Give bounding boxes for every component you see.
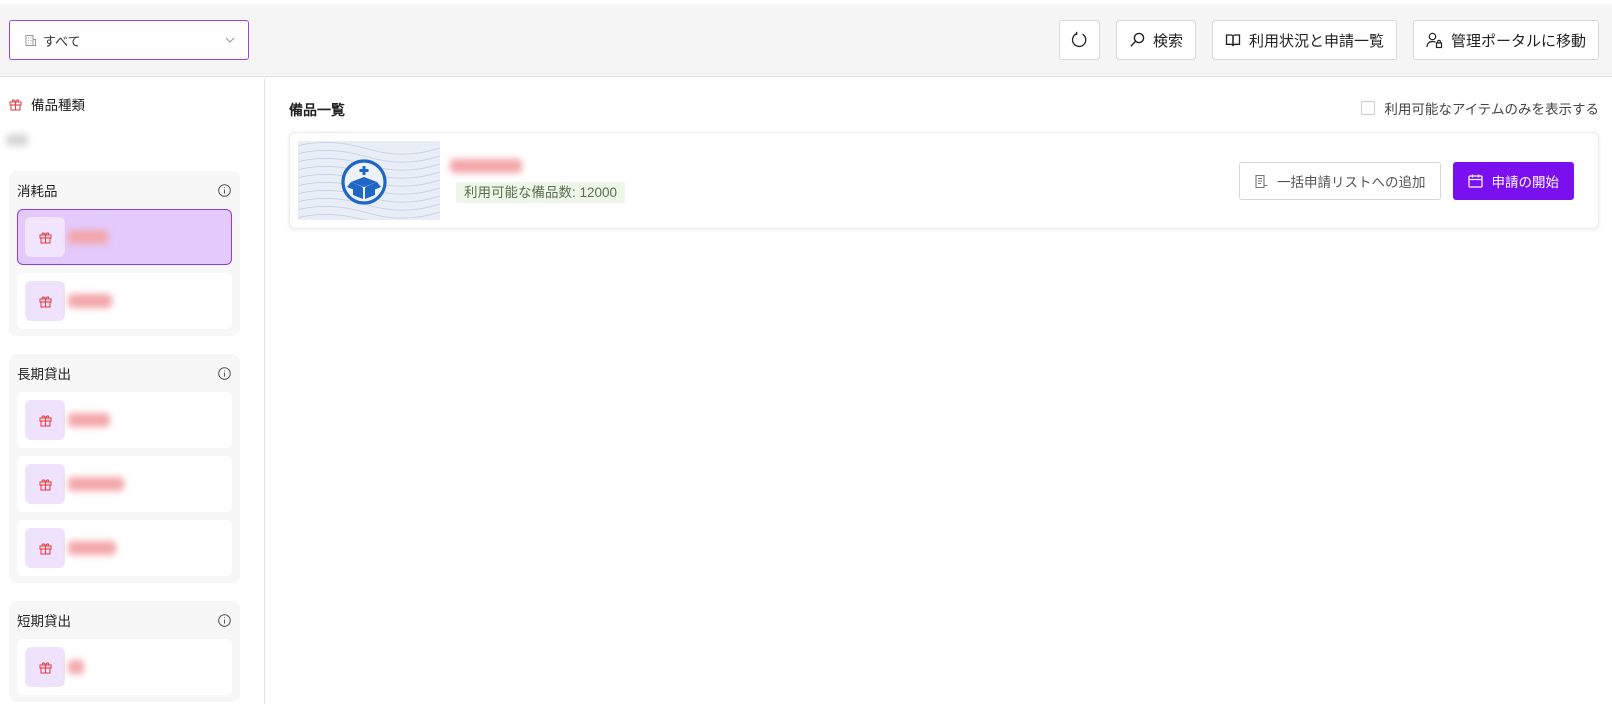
redacted-item-name bbox=[68, 230, 108, 244]
add-to-bulk-list-button[interactable]: 一括申請リストへの追加 bbox=[1239, 162, 1441, 200]
gift-icon bbox=[25, 217, 65, 257]
location-select[interactable]: すべて bbox=[9, 20, 249, 60]
redacted-item-name bbox=[68, 294, 112, 308]
category-group-consumables: 消耗品 bbox=[9, 171, 240, 336]
info-icon[interactable] bbox=[218, 183, 231, 197]
admin-button-label: 管理ポータルに移動 bbox=[1450, 32, 1586, 50]
available-only-checkbox[interactable] bbox=[1361, 101, 1376, 115]
redacted-item-name bbox=[68, 413, 110, 427]
equipment-card: 利用可能な備品数: 12000 一括申請リストへの追加 申請の開始 bbox=[289, 132, 1599, 229]
category-group-label: 短期貸出 bbox=[17, 614, 71, 629]
equipment-thumbnail bbox=[298, 141, 440, 220]
location-select-value: すべて bbox=[43, 33, 81, 49]
category-sidebar: 備品種類 消耗品 長期貸出 短期貸出 bbox=[0, 78, 265, 704]
start-request-label: 申請の開始 bbox=[1491, 175, 1560, 190]
redacted-equipment-name bbox=[450, 159, 522, 173]
sidebar-equipment-item[interactable] bbox=[17, 273, 232, 329]
sidebar-title: 備品種類 bbox=[9, 95, 85, 113]
redacted-item-name bbox=[68, 541, 116, 555]
top-toolbar: すべて 検索 利用状況と申請一覧 管理ポータルに移動 bbox=[0, 4, 1612, 77]
refresh-icon bbox=[1070, 31, 1088, 49]
category-group-long-term-loan: 長期貸出 bbox=[9, 354, 240, 583]
calendar-icon bbox=[1467, 174, 1483, 188]
category-group-label: 長期貸出 bbox=[17, 367, 71, 382]
available-only-label: 利用可能なアイテムのみを表示する bbox=[1384, 102, 1599, 117]
sidebar-equipment-item[interactable] bbox=[17, 209, 232, 265]
chevron-down-icon bbox=[224, 34, 236, 46]
gift-icon bbox=[25, 464, 65, 504]
sidebar-title-label: 備品種類 bbox=[31, 98, 85, 113]
refresh-button[interactable] bbox=[1058, 20, 1100, 60]
gift-icon bbox=[25, 281, 65, 321]
gift-icon bbox=[25, 528, 65, 568]
info-icon[interactable] bbox=[218, 613, 231, 627]
sidebar-equipment-item[interactable] bbox=[17, 639, 232, 695]
sidebar-equipment-item[interactable] bbox=[17, 520, 232, 576]
box-plus-icon bbox=[298, 141, 440, 220]
book-icon bbox=[1225, 32, 1241, 48]
page-title: 備品一覧 bbox=[289, 102, 345, 118]
usage-button-label: 利用状況と申請一覧 bbox=[1248, 32, 1384, 50]
sidebar-equipment-item[interactable] bbox=[17, 456, 232, 512]
equipment-list-panel: 備品一覧 利用可能なアイテムのみを表示する 利用可能な備品数: 12000 一括… bbox=[265, 78, 1612, 704]
user-lock-icon bbox=[1426, 32, 1443, 49]
category-group-label: 消耗品 bbox=[17, 184, 58, 199]
start-request-button[interactable]: 申請の開始 bbox=[1452, 162, 1574, 200]
building-icon bbox=[24, 34, 37, 47]
redacted-text bbox=[6, 134, 28, 146]
gift-icon bbox=[25, 647, 65, 687]
add-to-bulk-label: 一括申請リストへの追加 bbox=[1277, 175, 1426, 190]
admin-portal-button[interactable]: 管理ポータルに移動 bbox=[1412, 20, 1599, 60]
gift-icon bbox=[25, 400, 65, 440]
usage-and-requests-button[interactable]: 利用状況と申請一覧 bbox=[1211, 20, 1397, 60]
redacted-item-name bbox=[68, 477, 124, 491]
sidebar-equipment-item[interactable] bbox=[17, 392, 232, 448]
search-button[interactable]: 検索 bbox=[1115, 20, 1196, 60]
search-button-label: 検索 bbox=[1152, 32, 1183, 50]
availability-badge: 利用可能な備品数: 12000 bbox=[456, 182, 626, 203]
category-group-short-term-loan: 短期貸出 bbox=[9, 601, 240, 702]
list-icon bbox=[1254, 174, 1268, 189]
redacted-item-name bbox=[68, 660, 84, 674]
search-icon bbox=[1129, 32, 1145, 48]
info-icon[interactable] bbox=[218, 366, 231, 380]
gift-icon bbox=[9, 98, 22, 111]
available-only-filter[interactable]: 利用可能なアイテムのみを表示する bbox=[1361, 99, 1599, 117]
